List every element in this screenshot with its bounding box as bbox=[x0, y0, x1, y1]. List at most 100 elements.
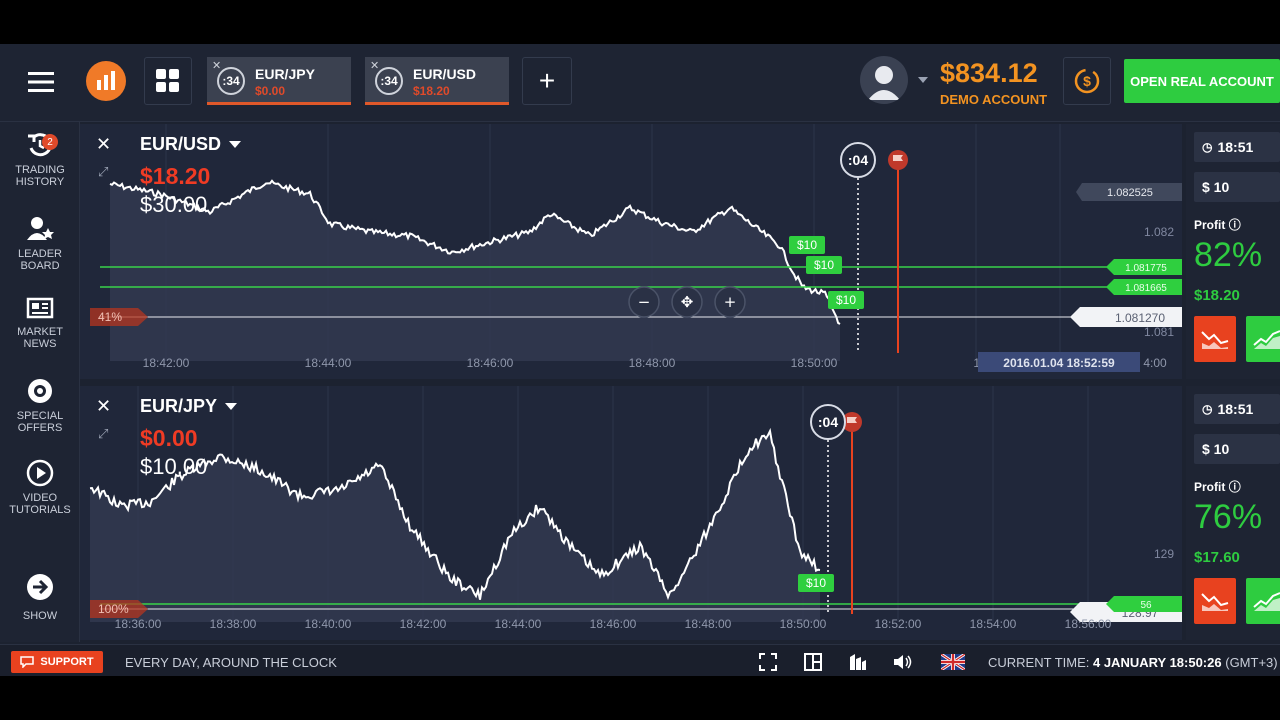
chevron-down-icon[interactable] bbox=[225, 403, 238, 410]
layout-icon[interactable] bbox=[803, 653, 823, 671]
current-time: CURRENT TIME: 4 JANUARY 18:50:26 (GMT+3) bbox=[988, 655, 1278, 670]
close-chart-icon[interactable]: ✕ bbox=[96, 134, 111, 155]
sidebar-label: HISTORY bbox=[15, 176, 65, 188]
price-chart[interactable]: 41%:04 $10 $10 $10 1.082525 1.082 1.081775 1.08… bbox=[80, 124, 1182, 379]
asset-tab-eurjpy[interactable]: ✕ :34 EUR/JPY $0.00 bbox=[207, 57, 351, 105]
x-axis-tick: 4:00 bbox=[1143, 356, 1167, 370]
asset-selector[interactable]: EUR/USD bbox=[140, 134, 242, 155]
price-chart[interactable]: 100%:04$10129128.975618:36:00 18:38:00 18:… bbox=[80, 386, 1182, 640]
x-axis-tick: 18:36:00 bbox=[115, 617, 162, 631]
support-button[interactable]: SUPPORT bbox=[11, 651, 103, 673]
chevron-down-icon[interactable] bbox=[229, 141, 242, 148]
sound-icon[interactable] bbox=[893, 653, 913, 671]
grid-layout-icon[interactable] bbox=[144, 57, 192, 105]
y-axis-label: 129 bbox=[1154, 547, 1174, 561]
language-flag-icon[interactable] bbox=[940, 653, 966, 671]
time-value: 4 JANUARY 18:50:26 bbox=[1092, 655, 1222, 670]
deal-marker-label: $10 bbox=[814, 258, 834, 272]
support-label: SUPPORT bbox=[40, 656, 94, 668]
x-axis-tick: 18:50:00 bbox=[780, 617, 827, 631]
put-button[interactable] bbox=[1194, 316, 1236, 362]
add-tab-button[interactable]: + bbox=[522, 57, 572, 105]
call-button[interactable] bbox=[1246, 578, 1280, 624]
deal-marker-label: $10 bbox=[836, 293, 856, 307]
asset-tab-eurusd[interactable]: ✕ :34 EUR/USD $18.20 bbox=[365, 57, 509, 105]
news-icon bbox=[26, 297, 54, 319]
y-axis-label: 1.082 bbox=[1144, 225, 1174, 239]
hover-time-label: 2016.01.04 18:52:59 bbox=[1003, 356, 1115, 370]
deposit-icon[interactable]: $ bbox=[1063, 57, 1111, 105]
sidebar-label: SPECIAL bbox=[16, 410, 64, 422]
center-button-label: ✥ bbox=[681, 293, 694, 311]
sidebar-item-market-news[interactable]: MARKET NEWS bbox=[0, 296, 80, 350]
expiry-time-field[interactable]: ◷ 18:51 bbox=[1194, 394, 1280, 424]
sidebar-item-trading-history[interactable]: 2 TRADING HISTORY bbox=[0, 130, 80, 188]
info-icon[interactable]: ⓘ bbox=[1229, 480, 1241, 494]
trade-panel-eurusd: ◷ 18:51 $ 10 Profit ⓘ 82% $18.20 bbox=[1186, 124, 1280, 379]
account-type[interactable]: DEMO ACCOUNT bbox=[940, 92, 1047, 107]
call-button[interactable] bbox=[1246, 316, 1280, 362]
x-axis-tick: 18:48:00 bbox=[685, 617, 732, 631]
chart-header: EUR/JPY $0.00 $10.00 bbox=[140, 396, 238, 480]
trend-up-icon bbox=[1253, 592, 1280, 611]
countdown-value: :04 bbox=[818, 414, 838, 430]
current-profit: $0.00 bbox=[140, 425, 198, 451]
sidebar-item-special-offers[interactable]: SPECIAL OFFERS bbox=[0, 376, 80, 434]
deal-price-label: 56 bbox=[1140, 600, 1152, 611]
tab-pair: EUR/USD bbox=[413, 66, 477, 82]
close-tab-icon[interactable]: ✕ bbox=[212, 59, 221, 72]
put-button[interactable] bbox=[1194, 578, 1236, 624]
profit-label: Profit ⓘ bbox=[1194, 216, 1241, 233]
profit-percent: 76% bbox=[1194, 498, 1263, 536]
sidebar-item-leader-board[interactable]: LEADER BOARD bbox=[0, 214, 80, 272]
timezone: (GMT+3) bbox=[1225, 655, 1278, 670]
asset-name: EUR/USD bbox=[140, 134, 222, 154]
chevron-down-icon[interactable] bbox=[918, 77, 928, 83]
zoom-out-button-label: − bbox=[638, 293, 651, 311]
offers-icon bbox=[28, 379, 52, 403]
trade-panel-eurjpy: ◷ 18:51 $ 10 Profit ⓘ 76% $17.60 bbox=[1186, 386, 1280, 640]
x-axis-tick: 18:40:00 bbox=[305, 617, 352, 631]
chart-type-icon[interactable] bbox=[848, 653, 868, 671]
sidebar-label: OFFERS bbox=[17, 422, 63, 434]
close-tab-icon[interactable]: ✕ bbox=[370, 59, 379, 72]
leaderboard-icon bbox=[27, 217, 54, 240]
play-icon bbox=[26, 459, 54, 487]
chart-panel-eurjpy[interactable]: 100%:04 $10 129 128.97 56 18:36:00 18:38:00 18:… bbox=[80, 386, 1182, 640]
chart-panel-eurusd[interactable]: 41%:04 $10 $10 $10 1.082525 1.082 1.081775 1.08… bbox=[80, 124, 1182, 379]
svg-text:$: $ bbox=[1083, 73, 1091, 89]
support-slogan: EVERY DAY, AROUND THE CLOCK bbox=[125, 655, 337, 670]
fullscreen-icon[interactable] bbox=[758, 653, 778, 671]
time-label: CURRENT TIME: bbox=[988, 655, 1090, 670]
invested-amount: $30.00 bbox=[140, 192, 208, 217]
close-chart-icon[interactable]: ✕ bbox=[96, 396, 111, 417]
asset-selector[interactable]: EUR/JPY bbox=[140, 396, 238, 417]
expiry-time-field[interactable]: ◷ 18:51 bbox=[1194, 132, 1280, 162]
x-axis-tick: 18:42:00 bbox=[400, 617, 447, 631]
deal-marker-label: $10 bbox=[806, 576, 826, 590]
info-icon[interactable]: ⓘ bbox=[1229, 218, 1241, 232]
sidebar-item-video-tutorials[interactable]: VIDEO TUTORIALS bbox=[0, 458, 80, 516]
arrow-right-icon bbox=[27, 574, 53, 600]
sidebar-label: SHOW bbox=[22, 610, 58, 622]
profit-amount: $18.20 bbox=[1194, 287, 1240, 304]
amount-field[interactable]: $ 10 bbox=[1194, 434, 1280, 464]
footer: SUPPORT EVERY DAY, AROUND THE CLOCK CURR… bbox=[0, 644, 1280, 676]
expand-icon[interactable]: ⤢ bbox=[98, 164, 108, 180]
expiry-time: 18:51 bbox=[1217, 401, 1254, 417]
asset-name: EUR/JPY bbox=[140, 396, 218, 416]
price-tag-label: 1.082525 bbox=[1107, 187, 1153, 199]
menu-icon[interactable] bbox=[18, 62, 64, 102]
sidebar-item-show[interactable]: SHOW bbox=[0, 572, 80, 622]
avatar[interactable] bbox=[860, 56, 908, 104]
logo-icon bbox=[86, 61, 126, 101]
expand-icon[interactable]: ⤢ bbox=[98, 426, 108, 442]
sidebar-label: VIDEO bbox=[22, 492, 58, 504]
open-real-account-button[interactable]: OPEN REAL ACCOUNT bbox=[1124, 59, 1280, 103]
x-axis-tick: 18:50:00 bbox=[791, 356, 838, 370]
top-bar: ✕ :34 EUR/JPY $0.00 ✕ :34 EUR/USD $18.20… bbox=[0, 44, 1280, 122]
x-axis-tick: 18:42:00 bbox=[143, 356, 190, 370]
tab-amount: $18.20 bbox=[413, 84, 450, 98]
amount-field[interactable]: $ 10 bbox=[1194, 172, 1280, 202]
x-axis-tick: 18:44:00 bbox=[495, 617, 542, 631]
